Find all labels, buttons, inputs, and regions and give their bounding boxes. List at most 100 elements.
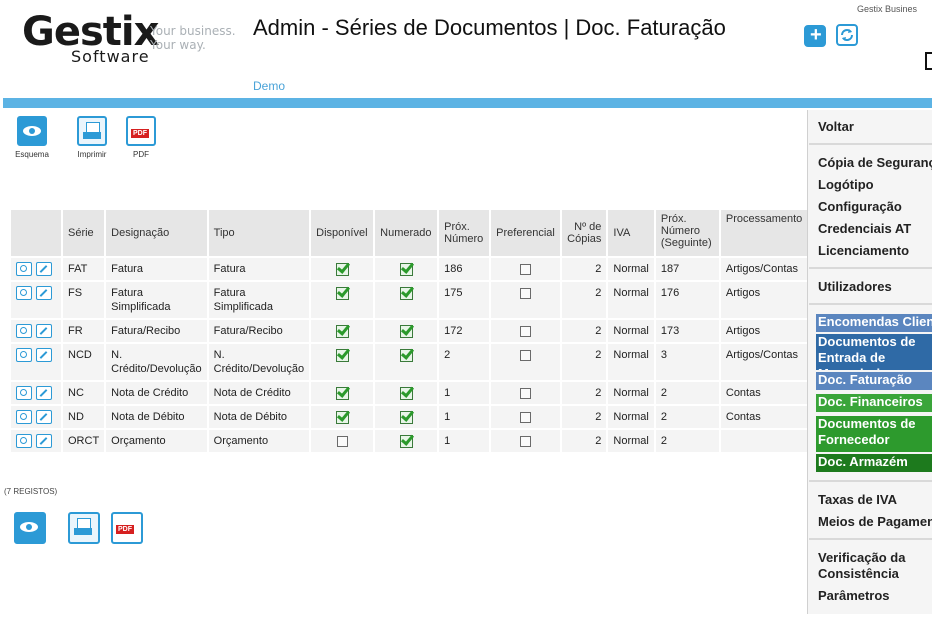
cell-iva: Normal: [608, 320, 654, 343]
checked-icon[interactable]: [335, 410, 349, 424]
sidebar-item-consistency[interactable]: Verificação da Consistência: [818, 550, 932, 582]
demo-link[interactable]: Demo: [253, 79, 285, 93]
checked-icon[interactable]: [399, 348, 413, 362]
print-button[interactable]: Imprimir: [76, 116, 108, 159]
cell-iva: Normal: [608, 282, 654, 319]
checked-icon[interactable]: [399, 286, 413, 300]
view-icon[interactable]: [16, 348, 32, 363]
col-serie[interactable]: Série: [63, 210, 105, 256]
sidebar-item-billing-docs[interactable]: Doc. Faturação: [816, 372, 932, 390]
cell-iva: Normal: [608, 430, 654, 453]
sidebar-item-users[interactable]: Utilizadores: [818, 279, 932, 295]
edit-icon[interactable]: [36, 324, 52, 339]
view-icon[interactable]: [16, 262, 32, 277]
checked-icon[interactable]: [399, 324, 413, 338]
sidebar-item-logo[interactable]: Logótipo: [818, 177, 932, 193]
eye-icon: [17, 116, 47, 146]
view-icon[interactable]: [16, 324, 32, 339]
view-icon[interactable]: [16, 386, 32, 401]
view-icon[interactable]: [16, 286, 32, 301]
sidebar-item-goods-entry[interactable]: Documentos de Entrada de Mercadorias: [816, 334, 932, 370]
pdf-button[interactable]: PDF PDF: [125, 116, 157, 159]
table-row: ND Nota de Débito Nota de Débito 1 2 Normal 2 C…: [11, 406, 808, 429]
checked-icon[interactable]: [399, 434, 413, 448]
sidebar-item-vat-rates[interactable]: Taxas de IVA: [818, 492, 932, 508]
sidebar-item-config[interactable]: Configuração: [818, 199, 932, 215]
cell-copias: 2: [562, 430, 607, 453]
sidebar-item-payment-methods[interactable]: Meios de Pagamento: [818, 514, 932, 530]
cell-processamento: Artigos/Contas: [720, 344, 808, 381]
sidebar-item-supplier-docs[interactable]: Documentos de Fornecedor: [816, 416, 932, 452]
col-preferencial[interactable]: Preferencial: [491, 210, 561, 256]
unchecked-checkbox[interactable]: [520, 263, 532, 275]
checked-icon[interactable]: [399, 410, 413, 424]
edit-icon[interactable]: [36, 410, 52, 425]
unchecked-checkbox[interactable]: [520, 387, 532, 399]
checked-icon[interactable]: [335, 262, 349, 276]
cell-tipo: Fatura/Recibo: [208, 320, 310, 343]
refresh-icon[interactable]: [836, 24, 858, 46]
cell-designacao: Fatura Simplificada: [106, 282, 207, 319]
view-icon[interactable]: [16, 434, 32, 449]
col-iva[interactable]: IVA: [608, 210, 654, 256]
col-designacao[interactable]: Designação: [106, 210, 207, 256]
col-processamento[interactable]: Processamento: [720, 210, 808, 256]
unchecked-checkbox[interactable]: [520, 411, 532, 423]
unchecked-checkbox[interactable]: [520, 325, 532, 337]
edit-icon[interactable]: [36, 348, 52, 363]
sidebar-item-customer-orders[interactable]: Encomendas Clientes: [816, 314, 932, 332]
sidebar-item-warehouse-docs[interactable]: Doc. Armazém: [816, 454, 932, 472]
cell-tipo: Nota de Débito: [208, 406, 310, 429]
table-row: NCD N. Crédito/Devolução N. Crédito/Devolu…: [11, 344, 808, 381]
cell-processamento: [720, 430, 808, 453]
view-icon[interactable]: [16, 410, 32, 425]
sidebar-item-voltar[interactable]: Voltar: [818, 119, 932, 135]
cell-numerado: [375, 406, 438, 429]
sidebar-item-credentials[interactable]: Credenciais AT: [818, 221, 932, 237]
sidebar-item-parameters[interactable]: Parâmetros: [818, 588, 932, 604]
col-prox-seguinte[interactable]: Próx. Número (Seguinte): [655, 210, 719, 256]
edit-icon[interactable]: [36, 286, 52, 301]
cell-numerado: [375, 344, 438, 381]
cell-disponivel: [311, 282, 374, 319]
cell-prox-seguinte: 2: [655, 430, 719, 453]
printer-icon: [68, 512, 100, 544]
unchecked-checkbox[interactable]: [520, 435, 532, 447]
edit-icon[interactable]: [36, 386, 52, 401]
col-disponivel[interactable]: Disponível: [311, 210, 374, 256]
edit-icon[interactable]: [36, 262, 52, 277]
checked-icon[interactable]: [335, 386, 349, 400]
cell-prox-seguinte: 176: [655, 282, 719, 319]
checked-icon[interactable]: [335, 324, 349, 338]
checked-icon[interactable]: [335, 348, 349, 362]
cell-tipo: Nota de Crédito: [208, 382, 310, 405]
pdf-button-bottom[interactable]: PDF: [110, 512, 144, 548]
cell-preferencial: [491, 282, 561, 319]
checked-icon[interactable]: [399, 262, 413, 276]
print-button-bottom[interactable]: [67, 512, 101, 548]
cell-iva: Normal: [608, 406, 654, 429]
table-row: FAT Fatura Fatura 186 2 Normal 187 Artigos/Cont…: [11, 258, 808, 281]
sidebar-item-backup[interactable]: Cópia de Segurança: [818, 155, 932, 171]
schema-button-bottom[interactable]: [13, 512, 47, 548]
plus-icon[interactable]: +: [804, 24, 826, 47]
document-series-table: Série Designação Tipo Disponível Numerad…: [9, 208, 810, 454]
col-copias[interactable]: Nº de Cópias: [562, 210, 607, 256]
cell-disponivel: [311, 320, 374, 343]
unchecked-checkbox[interactable]: [520, 287, 532, 299]
checked-icon[interactable]: [399, 386, 413, 400]
sidebar-item-license[interactable]: Licenciamento: [818, 243, 932, 259]
logo-tagline-line-2: Your way.: [150, 38, 206, 52]
unchecked-checkbox[interactable]: [336, 435, 348, 447]
col-tipo[interactable]: Tipo: [208, 210, 310, 256]
col-numerado[interactable]: Numerado: [375, 210, 438, 256]
checked-icon[interactable]: [335, 286, 349, 300]
edit-icon[interactable]: [36, 434, 52, 449]
col-prox-numero[interactable]: Próx. Número: [439, 210, 490, 256]
sidebar-item-financial-docs[interactable]: Doc. Financeiros: [816, 394, 932, 412]
schema-button[interactable]: Esquema: [14, 116, 50, 159]
unchecked-checkbox[interactable]: [520, 349, 532, 361]
cell-disponivel: [311, 430, 374, 453]
cell-prox-numero: 1: [439, 406, 490, 429]
cell-serie: FS: [63, 282, 105, 319]
